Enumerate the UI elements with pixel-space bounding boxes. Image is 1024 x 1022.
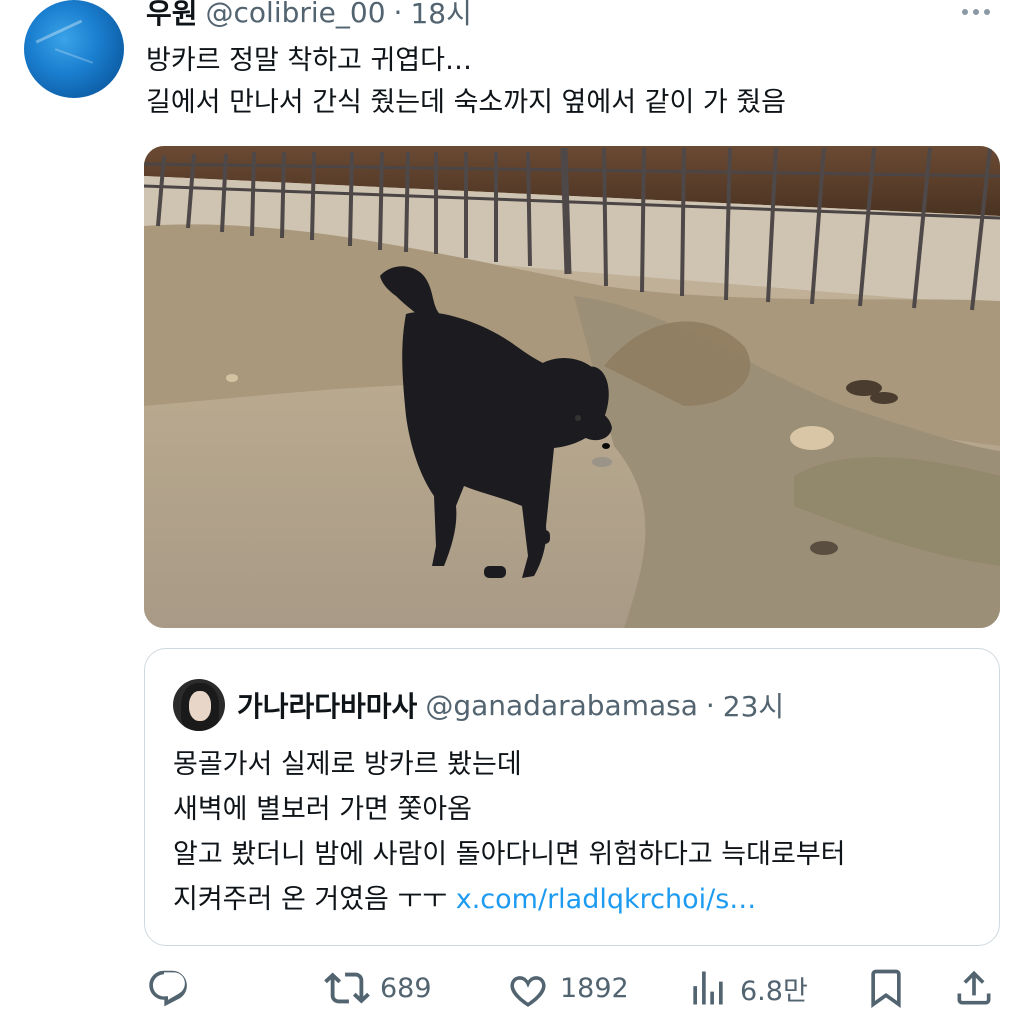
tweet-time[interactable]: 18시 <box>410 0 471 32</box>
author-display-name[interactable]: 우원 <box>146 0 198 32</box>
tweet-text: 방카르 정말 착하고 귀엽다… 길에서 만나서 간식 줬는데 숙소까지 옆에서 … <box>146 40 996 124</box>
views-button[interactable]: 6.8만 <box>686 962 808 1014</box>
like-count: 1892 <box>560 972 629 1004</box>
quoted-tweet-time[interactable]: 23시 <box>723 685 784 725</box>
like-button[interactable]: 1892 <box>506 962 629 1014</box>
share-button[interactable] <box>952 962 996 1014</box>
bookmark-icon <box>871 969 901 1008</box>
tweet-text-line: 길에서 만나서 간식 줬는데 숙소까지 옆에서 같이 가 줬음 <box>146 87 786 118</box>
reply-icon <box>149 970 187 1007</box>
tweet: 우원 @colibrie_00 · 18시 방카르 정말 착하고 귀엽다… 길에… <box>0 0 1024 1022</box>
heart-icon <box>510 976 546 1007</box>
quoted-text-line: 몽골가서 실제로 방카르 봤는데 <box>173 749 522 780</box>
quoted-text-last-line: 지켜주러 온 거였음 ㅜㅜ <box>173 884 448 915</box>
tweet-text-line: 방카르 정말 착하고 귀엽다… <box>146 45 472 76</box>
separator-dot: · <box>393 0 403 29</box>
retweet-icon <box>324 972 370 1004</box>
quoted-text-line: 새벽에 별보러 가면 쫓아옴 <box>173 794 472 825</box>
retweet-button[interactable]: 689 <box>324 962 432 1014</box>
retweet-count: 689 <box>380 972 432 1004</box>
views-icon <box>693 971 723 1005</box>
quoted-author-avatar[interactable] <box>173 679 225 731</box>
author-handle[interactable]: @colibrie_00 <box>206 0 386 29</box>
quoted-tweet-link[interactable]: x.com/rladlqkrchoi/s… <box>456 884 757 915</box>
views-count: 6.8만 <box>740 975 808 1007</box>
quoted-tweet-text: 몽골가서 실제로 방카르 봤는데 새벽에 별보러 가면 쫓아옴 알고 봤더니 밤… <box>173 742 993 922</box>
author-avatar[interactable] <box>24 0 124 98</box>
quoted-author-display-name[interactable]: 가나라다바마사 <box>237 685 417 725</box>
tweet-action-bar: 689 1892 6.8만 <box>144 962 1004 1014</box>
quoted-tweet-header: 가나라다바마사 @ganadarabamasa · 23시 <box>237 685 784 725</box>
bookmark-button[interactable] <box>864 962 908 1014</box>
quoted-text-line: 알고 봤더니 밤에 사람이 돌아다니면 위험하다고 늑대로부터 <box>173 839 846 870</box>
quoted-tweet[interactable]: 가나라다바마사 @ganadarabamasa · 23시 몽골가서 실제로 방… <box>144 648 1000 946</box>
more-horizontal-icon[interactable] <box>956 2 996 22</box>
quoted-author-handle[interactable]: @ganadarabamasa <box>425 689 698 722</box>
reply-button[interactable] <box>146 962 190 1014</box>
tweet-header: 우원 @colibrie_00 · 18시 <box>146 0 472 30</box>
quoted-text-line: 지켜주러 온 거였음 ㅜㅜ x.com/rladlqkrchoi/s… <box>173 877 993 922</box>
tweet-photo[interactable] <box>144 146 1000 628</box>
separator-dot: · <box>705 688 715 722</box>
dog-photo-image <box>144 146 1000 628</box>
share-icon <box>957 970 991 1005</box>
